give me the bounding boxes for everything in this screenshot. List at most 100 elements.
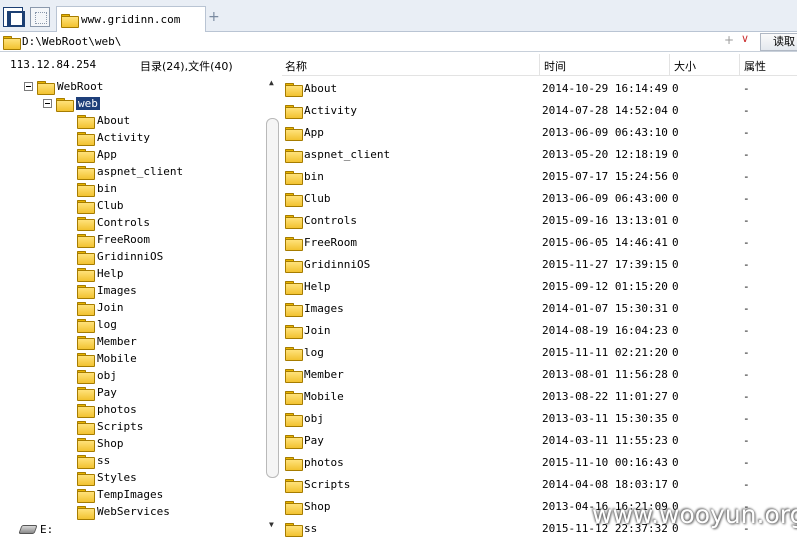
column-time-header[interactable]: 时间	[544, 58, 566, 74]
file-attr: -	[743, 82, 750, 95]
tree-node-folder[interactable]: obj	[77, 367, 117, 384]
folder-icon	[77, 199, 95, 214]
tree-label: photos	[97, 403, 137, 416]
file-size: 0	[672, 478, 679, 491]
path-input[interactable]: D:\WebRoot\web\	[22, 35, 121, 48]
table-row[interactable]: Scripts 2014-04-08 18:03:17 0 -	[282, 474, 797, 496]
tree-node-folder[interactable]: TempImages	[77, 486, 163, 503]
table-row[interactable]: Pay 2014-03-11 11:55:23 0 -	[282, 430, 797, 452]
tree-label: App	[97, 148, 117, 161]
tree-node-folder[interactable]: ss	[77, 452, 110, 469]
table-row[interactable]: Join 2014-08-19 16:04:23 0 -	[282, 320, 797, 342]
tree-node-folder[interactable]: Scripts	[77, 418, 143, 435]
folder-icon	[285, 501, 303, 515]
table-row[interactable]: Club 2013-06-09 06:43:00 0 -	[282, 188, 797, 210]
tree-node-folder[interactable]: Controls	[77, 214, 150, 231]
panel-toggle-button[interactable]	[3, 7, 25, 27]
read-button[interactable]: 读取	[760, 33, 797, 51]
file-name: Join	[304, 324, 331, 337]
tree-node-folder[interactable]: Pay	[77, 384, 117, 401]
column-divider[interactable]	[739, 54, 740, 76]
table-row[interactable]: obj 2013-03-11 15:30:35 0 -	[282, 408, 797, 430]
scroll-down-icon[interactable]: ▼	[269, 520, 274, 529]
tree-label: bin	[97, 182, 117, 195]
table-row[interactable]: Images 2014-01-07 15:30:31 0 -	[282, 298, 797, 320]
tree-node-folder[interactable]: Join	[77, 299, 124, 316]
scroll-thumb[interactable]	[266, 118, 279, 478]
collapse-icon[interactable]	[24, 82, 33, 91]
tree-label: About	[97, 114, 131, 127]
tree-node-folder[interactable]: App	[77, 146, 117, 163]
file-name: Scripts	[304, 478, 351, 491]
table-row[interactable]: Help 2015-09-12 01:15:20 0 -	[282, 276, 797, 298]
file-attr: -	[743, 214, 750, 227]
tree-label: Join	[97, 301, 124, 314]
collapse-icon[interactable]	[43, 99, 52, 108]
add-bookmark-button[interactable]: +	[724, 33, 734, 47]
tree-node-folder[interactable]: About	[77, 112, 130, 129]
tree-scrollbar[interactable]: ▲ ▼	[266, 76, 280, 536]
column-divider[interactable]	[669, 54, 670, 76]
scroll-up-icon[interactable]: ▲	[269, 78, 274, 87]
tree-node-folder[interactable]: Activity	[77, 129, 150, 146]
file-size: 0	[672, 192, 679, 205]
folder-icon	[285, 171, 303, 185]
table-row[interactable]: Activity 2014-07-28 14:52:04 0 -	[282, 100, 797, 122]
tree-label: Shop	[97, 437, 124, 450]
folder-icon	[77, 471, 95, 486]
drive-icon	[18, 525, 38, 534]
table-row[interactable]: Mobile 2013-08-22 11:01:27 0 -	[282, 386, 797, 408]
tree-node-folder[interactable]: Styles	[77, 469, 137, 486]
column-attr-header[interactable]: 属性	[744, 58, 766, 74]
new-window-button[interactable]	[30, 7, 50, 27]
file-time: 2015-09-12 01:15:20	[542, 280, 668, 293]
folder-icon	[77, 114, 95, 129]
file-size: 0	[672, 82, 679, 95]
table-row[interactable]: Controls 2015-09-16 13:13:01 0 -	[282, 210, 797, 232]
tree-node-folder[interactable]: Help	[77, 265, 124, 282]
tree-node-folder[interactable]: WebServices	[77, 503, 170, 520]
file-attr: -	[743, 390, 750, 403]
folder-icon	[56, 97, 74, 112]
table-row[interactable]: photos 2015-11-10 00:16:43 0 -	[282, 452, 797, 474]
folder-icon	[77, 284, 95, 299]
tree-node-folder[interactable]: FreeRoom	[77, 231, 150, 248]
tree-node-webroot[interactable]: WebRoot	[24, 78, 103, 95]
tree-node-web[interactable]: web	[43, 95, 100, 112]
tree-node-folder[interactable]: photos	[77, 401, 137, 418]
table-row[interactable]: bin 2015-07-17 15:24:56 0 -	[282, 166, 797, 188]
tree-node-folder[interactable]: Member	[77, 333, 137, 350]
add-tab-button[interactable]: +	[208, 9, 220, 25]
column-size-header[interactable]: 大小	[674, 58, 696, 74]
file-size: 0	[672, 280, 679, 293]
tree-node-folder[interactable]: bin	[77, 180, 117, 197]
file-time: 2015-06-05 14:46:41	[542, 236, 668, 249]
table-row[interactable]: About 2014-10-29 16:14:49 0 -	[282, 78, 797, 100]
tree-node-folder[interactable]: Images	[77, 282, 137, 299]
table-row[interactable]: log 2015-11-11 02:21:20 0 -	[282, 342, 797, 364]
tree-node-folder[interactable]: GridinniOS	[77, 248, 163, 265]
file-time: 2013-06-09 06:43:10	[542, 126, 668, 139]
tab-site[interactable]: www.gridinn.com	[56, 6, 206, 32]
table-row[interactable]: aspnet_client 2013-05-20 12:18:19 0 -	[282, 144, 797, 166]
file-attr: -	[743, 126, 750, 139]
file-name: bin	[304, 170, 324, 183]
file-attr: -	[743, 104, 750, 117]
tree-node-folder[interactable]: Shop	[77, 435, 124, 452]
column-name-header[interactable]: 名称	[285, 58, 307, 74]
file-size: 0	[672, 434, 679, 447]
folder-icon	[285, 391, 303, 405]
tree-label: Styles	[97, 471, 137, 484]
tree-node-drive[interactable]: E:	[18, 521, 53, 536]
tree-node-folder[interactable]: Mobile	[77, 350, 137, 367]
table-row[interactable]: GridinniOS 2015-11-27 17:39:15 0 -	[282, 254, 797, 276]
chevron-down-icon[interactable]: ∨	[741, 32, 749, 45]
file-size: 0	[672, 258, 679, 271]
column-divider[interactable]	[539, 54, 540, 76]
table-row[interactable]: FreeRoom 2015-06-05 14:46:41 0 -	[282, 232, 797, 254]
tree-node-folder[interactable]: log	[77, 316, 117, 333]
table-row[interactable]: App 2013-06-09 06:43:10 0 -	[282, 122, 797, 144]
tree-node-folder[interactable]: Club	[77, 197, 124, 214]
tree-node-folder[interactable]: aspnet_client	[77, 163, 183, 180]
table-row[interactable]: Member 2013-08-01 11:56:28 0 -	[282, 364, 797, 386]
